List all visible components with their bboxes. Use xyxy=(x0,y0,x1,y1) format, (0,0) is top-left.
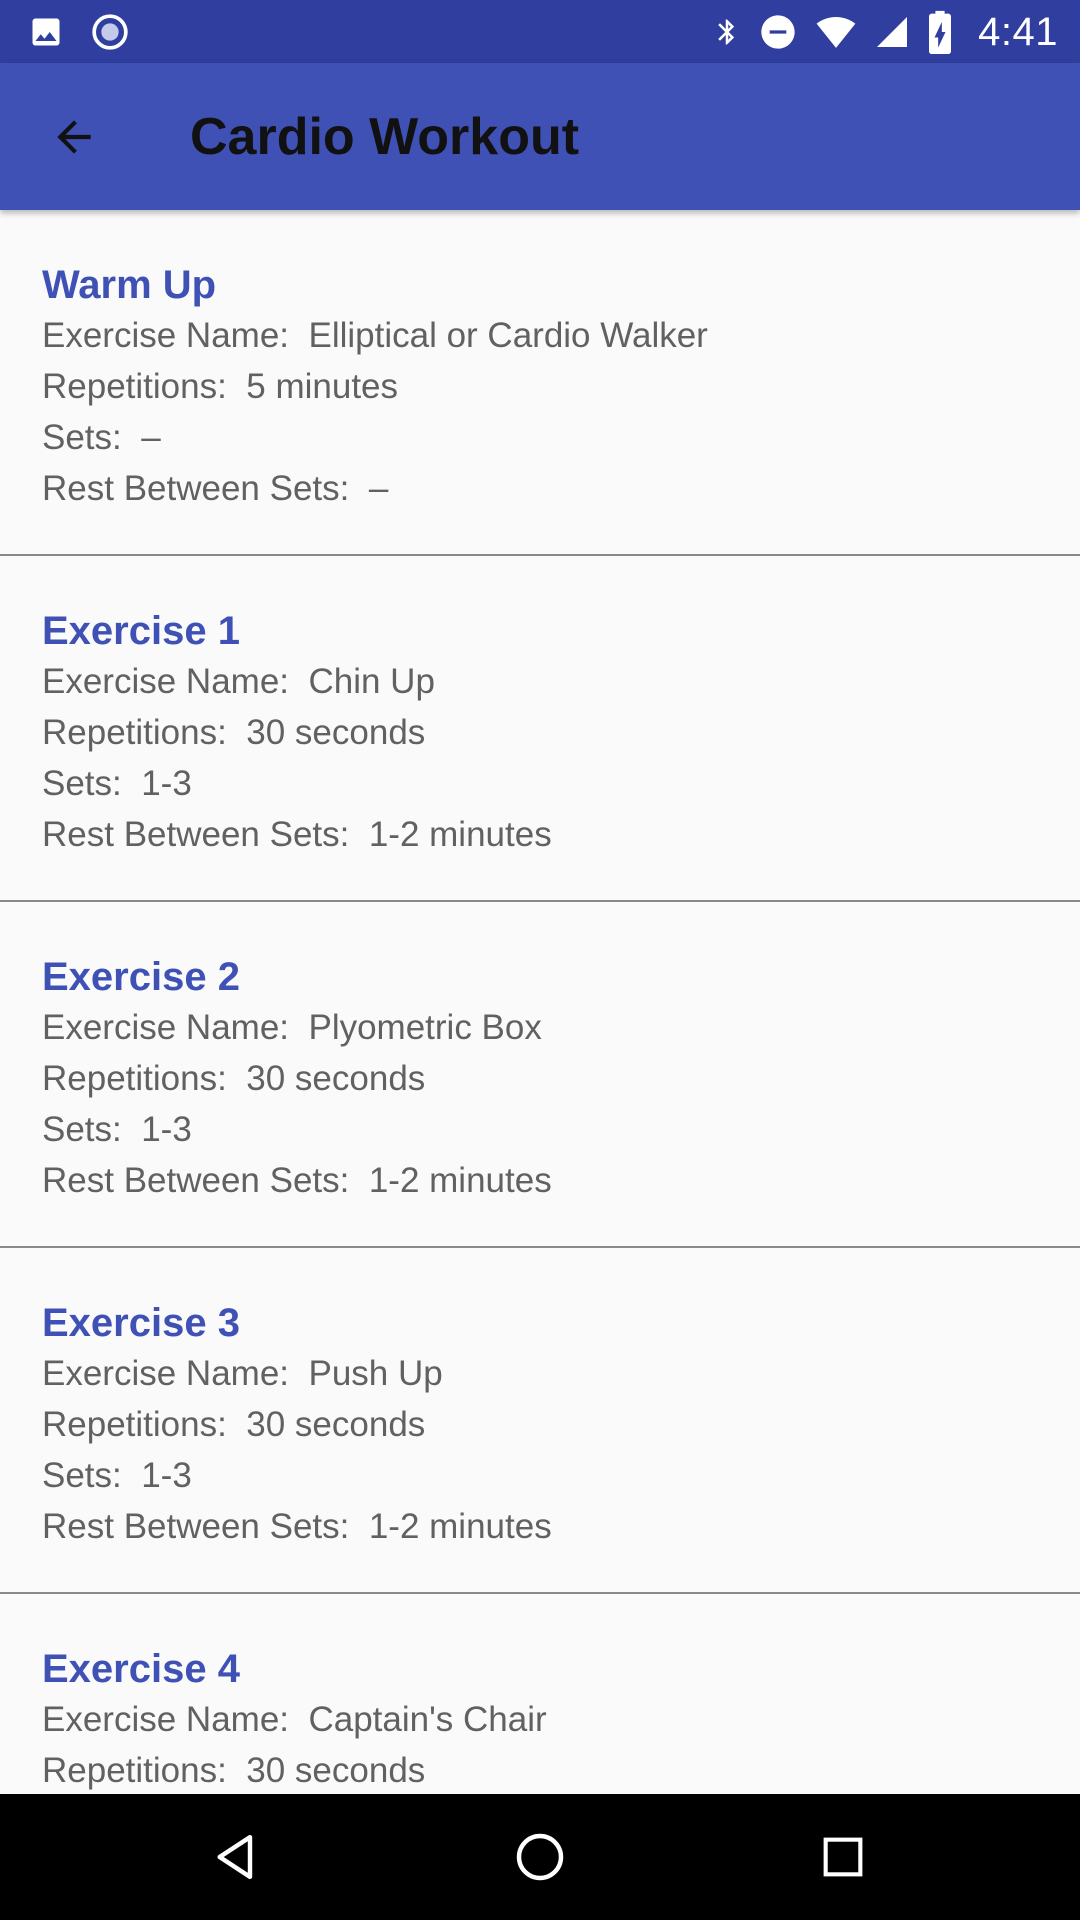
repetitions-label: Repetitions: xyxy=(42,367,247,406)
sets-value: – xyxy=(141,418,161,457)
exercise-title: Exercise 1 xyxy=(42,609,240,653)
rest-label: Rest Between Sets: xyxy=(42,1507,369,1546)
exercise-card-4[interactable]: Exercise 4 Exercise Name: Captain's Chai… xyxy=(0,1594,1080,1794)
exercise-name-label: Exercise Name: xyxy=(42,316,309,355)
exercise-name-value: Chin Up xyxy=(308,662,435,701)
screen: 4:41 Cardio Workout Warm Up Exercise Nam… xyxy=(0,0,1080,1920)
exercise-list[interactable]: Warm Up Exercise Name: Elliptical or Car… xyxy=(0,210,1080,1794)
status-bar: 4:41 xyxy=(0,0,1080,63)
exercise-name-value: Captain's Chair xyxy=(308,1700,547,1739)
repetitions-row: Repetitions: 30 seconds xyxy=(42,1053,1080,1104)
nav-home-icon xyxy=(512,1829,568,1885)
repetitions-value: 30 seconds xyxy=(246,1405,426,1444)
repetitions-label: Repetitions: xyxy=(42,1405,247,1444)
rest-label: Rest Between Sets: xyxy=(42,469,369,508)
exercise-name-value: Plyometric Box xyxy=(308,1008,542,1047)
notification-icons xyxy=(28,10,130,54)
sets-value: 1-3 xyxy=(141,764,192,803)
sets-value: 1-3 xyxy=(141,1110,192,1149)
rest-value: – xyxy=(368,469,389,508)
rest-value: 1-2 minutes xyxy=(368,1161,552,1200)
page-title: Cardio Workout xyxy=(190,108,580,166)
exercise-card-2[interactable]: Exercise 2 Exercise Name: Plyometric Box… xyxy=(0,902,1080,1248)
sets-label: Sets: xyxy=(42,764,142,803)
repetitions-row: Repetitions: 5 minutes xyxy=(42,361,1080,412)
arrow-back-icon xyxy=(49,112,99,162)
assistant-notification-icon xyxy=(90,12,130,52)
sets-label: Sets: xyxy=(42,1456,142,1495)
exercise-title: Exercise 4 xyxy=(42,1647,240,1691)
repetitions-value: 30 seconds xyxy=(246,1059,426,1098)
rest-row: Rest Between Sets: 1-2 minutes xyxy=(42,1155,1080,1206)
repetitions-label: Repetitions: xyxy=(42,713,247,752)
nav-recents-button[interactable] xyxy=(803,1824,883,1890)
exercise-title: Exercise 3 xyxy=(42,1301,240,1345)
status-time: 4:41 xyxy=(978,9,1058,54)
repetitions-value: 5 minutes xyxy=(246,367,399,406)
exercise-name-row: Exercise Name: Plyometric Box xyxy=(42,1002,1080,1053)
exercise-name-label: Exercise Name: xyxy=(42,1354,309,1393)
exercise-name-row: Exercise Name: Elliptical or Cardio Walk… xyxy=(42,310,1080,361)
sets-row: Sets: 1-3 xyxy=(42,1450,1080,1501)
rest-label: Rest Between Sets: xyxy=(42,1161,369,1200)
exercise-name-label: Exercise Name: xyxy=(42,1700,309,1739)
exercise-card-warm-up[interactable]: Warm Up Exercise Name: Elliptical or Car… xyxy=(0,210,1080,556)
exercise-title: Exercise 2 xyxy=(42,955,240,999)
repetitions-label: Repetitions: xyxy=(42,1751,247,1790)
exercise-name-label: Exercise Name: xyxy=(42,1008,309,1047)
sets-row: Sets: 1-3 xyxy=(42,758,1080,809)
rest-row: Rest Between Sets: – xyxy=(42,463,1080,514)
repetitions-label: Repetitions: xyxy=(42,1059,247,1098)
battery-charging-icon xyxy=(926,10,954,54)
repetitions-row: Repetitions: 30 seconds xyxy=(42,707,1080,758)
repetitions-value: 30 seconds xyxy=(246,1751,426,1790)
sets-label: Sets: xyxy=(42,1110,142,1149)
nav-recents-icon xyxy=(817,1831,869,1883)
nav-home-button[interactable] xyxy=(500,1824,580,1890)
exercise-name-label: Exercise Name: xyxy=(42,662,309,701)
sets-label: Sets: xyxy=(42,418,142,457)
exercise-card-1[interactable]: Exercise 1 Exercise Name: Chin Up Repeti… xyxy=(0,556,1080,902)
app-bar: Cardio Workout xyxy=(0,63,1080,210)
repetitions-value: 30 seconds xyxy=(246,713,426,752)
exercise-title: Warm Up xyxy=(42,263,217,307)
repetitions-row: Repetitions: 30 seconds xyxy=(42,1399,1080,1450)
navigation-bar xyxy=(0,1794,1080,1920)
nav-back-icon xyxy=(208,1829,264,1885)
system-icons: 4:41 xyxy=(712,8,1058,56)
rest-value: 1-2 minutes xyxy=(368,815,552,854)
bluetooth-icon xyxy=(712,12,742,52)
rest-row: Rest Between Sets: 1-2 minutes xyxy=(42,809,1080,860)
exercise-name-value: Push Up xyxy=(308,1354,443,1393)
rest-row: Rest Between Sets: 1-2 minutes xyxy=(42,1501,1080,1552)
exercise-card-3[interactable]: Exercise 3 Exercise Name: Push Up Repeti… xyxy=(0,1248,1080,1594)
sets-row: Sets: – xyxy=(42,412,1080,463)
wifi-icon xyxy=(814,12,858,52)
rest-value: 1-2 minutes xyxy=(368,1507,552,1546)
exercise-name-value: Elliptical or Cardio Walker xyxy=(308,316,708,355)
exercise-name-row: Exercise Name: Captain's Chair xyxy=(42,1694,1080,1745)
exercise-name-row: Exercise Name: Chin Up xyxy=(42,656,1080,707)
repetitions-row: Repetitions: 30 seconds xyxy=(42,1745,1080,1794)
sets-row: Sets: 1-3 xyxy=(42,1104,1080,1155)
back-button[interactable] xyxy=(30,103,118,171)
do-not-disturb-icon xyxy=(758,12,798,52)
image-notification-icon xyxy=(28,14,64,50)
rest-label: Rest Between Sets: xyxy=(42,815,369,854)
sets-value: 1-3 xyxy=(141,1456,192,1495)
cell-signal-icon xyxy=(874,12,910,52)
nav-back-button[interactable] xyxy=(196,1824,276,1890)
exercise-name-row: Exercise Name: Push Up xyxy=(42,1348,1080,1399)
